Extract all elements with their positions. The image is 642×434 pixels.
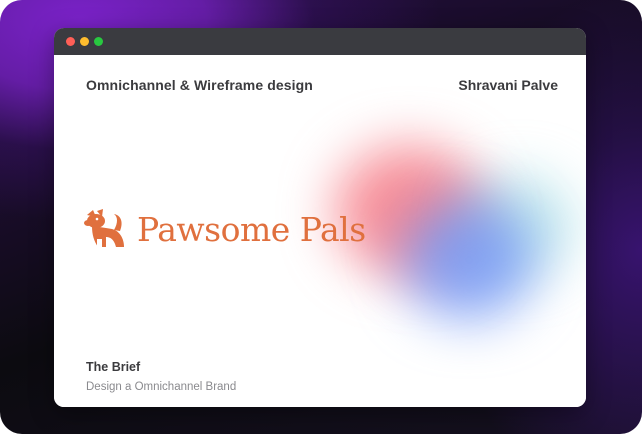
- author-name: Shravani Palve: [458, 77, 558, 93]
- brand-logo: Pawsome Pals: [84, 207, 366, 251]
- app-window: Omnichannel & Wireframe design Shravani …: [54, 28, 586, 407]
- project-title: Omnichannel & Wireframe design: [86, 77, 313, 93]
- background-frame: Omnichannel & Wireframe design Shravani …: [0, 0, 642, 434]
- brand-name: Pawsome Pals: [137, 209, 366, 249]
- window-titlebar: [54, 28, 586, 55]
- slide-canvas: Omnichannel & Wireframe design Shravani …: [54, 55, 586, 407]
- close-window-button[interactable]: [66, 37, 75, 46]
- maximize-window-button[interactable]: [94, 37, 103, 46]
- minimize-window-button[interactable]: [80, 37, 89, 46]
- brief-description: Design a Omnichannel Brand: [86, 381, 237, 393]
- dog-logo-icon: [84, 209, 124, 247]
- gradient-blob-blue: [404, 200, 534, 320]
- brief-heading: The Brief: [86, 360, 141, 374]
